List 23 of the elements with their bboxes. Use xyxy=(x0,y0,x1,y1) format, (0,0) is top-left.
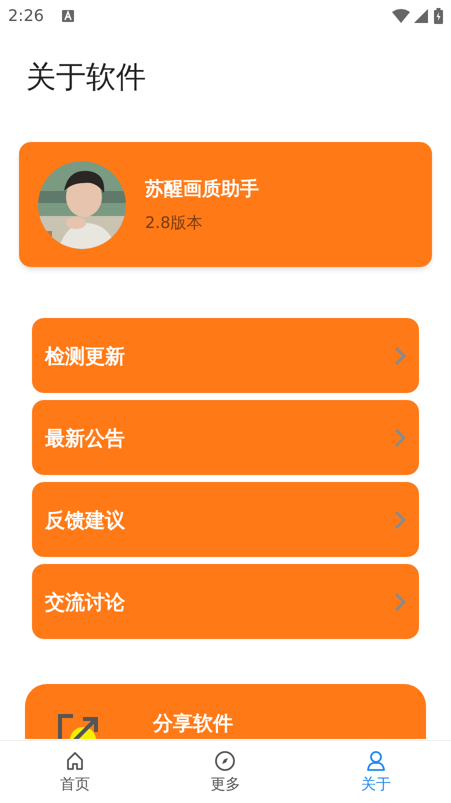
chevron-icon xyxy=(394,428,406,448)
nav-tab[interactable]: 首页 xyxy=(0,741,150,803)
menu-item[interactable]: 最新公告 xyxy=(32,400,419,475)
status-time: 2:26 xyxy=(8,5,44,27)
nav-tab[interactable]: 更多 xyxy=(150,741,301,803)
page-title: 关于软件 xyxy=(26,59,147,97)
app-name: 苏醒画质助手 xyxy=(145,176,259,202)
menu-item[interactable]: 检测更新 xyxy=(32,318,419,393)
keyboard-icon xyxy=(62,10,74,22)
wifi-icon xyxy=(392,9,410,23)
chevron-icon xyxy=(394,346,406,366)
share-label: 分享软件 xyxy=(153,710,233,736)
chevron-icon xyxy=(394,592,406,612)
menu-item[interactable]: 交流讨论 xyxy=(32,564,419,639)
app-version: 2.8版本 xyxy=(145,212,204,234)
chevron-icon xyxy=(394,510,406,530)
battery-icon xyxy=(434,8,443,24)
nav-tab[interactable]: 关于 xyxy=(300,741,451,803)
compass-icon xyxy=(214,750,236,772)
share-card[interactable]: 分享软件 xyxy=(25,684,426,739)
signal-icon xyxy=(414,9,428,23)
menu-item[interactable]: 反馈建议 xyxy=(32,482,419,557)
person-icon xyxy=(364,750,387,772)
